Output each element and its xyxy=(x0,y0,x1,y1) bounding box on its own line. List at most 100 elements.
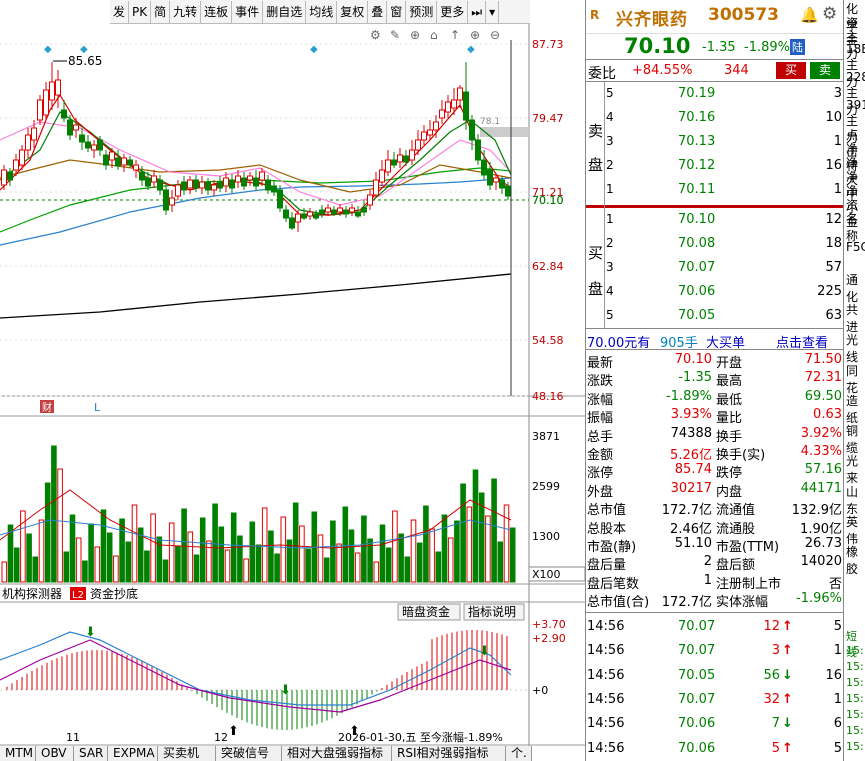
candle-body xyxy=(301,213,307,219)
tab-7[interactable]: RSI相对强弱指标 xyxy=(392,746,506,761)
volume-bar xyxy=(472,469,479,583)
high-marker-label: 85.65 xyxy=(68,54,102,68)
volume-bar xyxy=(181,508,187,583)
tick-vol: 7 xyxy=(771,716,780,732)
big-order-link[interactable]: 点击查看 xyxy=(776,332,828,351)
volume-bar xyxy=(1,561,8,583)
side-text: 通化 xyxy=(846,272,859,304)
stat-value: -1.89% xyxy=(666,388,712,404)
volume-bar xyxy=(75,537,82,583)
buy-level: 5 xyxy=(606,308,614,322)
tick-right-num: 1 xyxy=(833,643,842,659)
toolbar-item-3[interactable]: 九转 xyxy=(170,0,202,23)
toolbar-item-10[interactable]: 窗 xyxy=(387,0,407,23)
tick-vol: 56 xyxy=(763,667,780,683)
candle-body xyxy=(247,175,253,181)
volume-bar xyxy=(354,552,361,583)
candle-body xyxy=(385,159,391,173)
candle-body xyxy=(367,194,373,206)
tab-3[interactable]: EXPMA xyxy=(108,746,158,761)
tick-right-num: 6 xyxy=(833,716,842,732)
tab-1[interactable]: OBV xyxy=(36,746,74,761)
toolbar-item-4[interactable]: 连板 xyxy=(201,0,233,23)
volume-bar xyxy=(317,534,324,583)
tick-price: 70.07 xyxy=(678,643,716,659)
stat-label: 金额 xyxy=(587,448,614,463)
tick-time: 14:56 xyxy=(587,740,625,756)
stat-value: 172.7亿 xyxy=(661,503,712,519)
buy-price: 70.08 xyxy=(678,236,716,251)
arrow-up-icon: ↑ xyxy=(782,643,793,659)
tick-time: 14:56 xyxy=(587,716,625,732)
buy-side-label: 买 xyxy=(588,244,604,262)
ma5-line xyxy=(0,93,512,216)
buy-arrow-icon: ⬆ xyxy=(228,724,239,739)
toolbar-item-5[interactable]: 事件 xyxy=(232,0,264,23)
toolbar-item-8[interactable]: 复权 xyxy=(337,0,369,23)
buy-button[interactable]: 买 xyxy=(776,62,806,79)
stat-value: 74388 xyxy=(670,425,712,441)
volume-bar xyxy=(224,549,231,583)
volume-bar xyxy=(361,515,367,583)
gear-icon[interactable]: ⚙ xyxy=(822,4,837,24)
toolbar-item-7[interactable]: 均线 xyxy=(306,0,338,23)
big-order-vol: 905手 xyxy=(660,336,698,351)
tab-0[interactable]: MTM xyxy=(0,746,36,761)
price-axis-label: 87.73 xyxy=(532,38,564,51)
volume-bar xyxy=(175,545,181,583)
volume-bar xyxy=(379,524,386,583)
tab-6[interactable]: 相对大盘强弱指标 xyxy=(282,746,392,761)
volume-bar xyxy=(460,483,466,583)
volume-bar xyxy=(94,546,101,583)
stat-value: 1 xyxy=(703,572,712,588)
candle-body xyxy=(199,181,205,189)
candle-body xyxy=(193,179,199,189)
sell-level: 4 xyxy=(606,110,614,124)
price-shade xyxy=(480,127,529,137)
tab-2[interactable]: SAR xyxy=(74,746,108,761)
candle-body xyxy=(469,119,475,141)
candle-body xyxy=(253,177,259,187)
webi-label: 委比 xyxy=(588,66,616,82)
toolbar-item-11[interactable]: 预测 xyxy=(406,0,438,23)
candle-body xyxy=(421,131,427,141)
kline-chart[interactable]: 87.7379.4771.2170.1062.8454.5848.1670.10… xyxy=(0,24,585,761)
sell-vol: 10 xyxy=(825,110,842,125)
price-axis-label: 62.84 xyxy=(532,260,564,273)
toolbar-item-0[interactable]: 发 xyxy=(110,0,130,23)
tab-4[interactable]: 买卖机会 xyxy=(158,746,216,761)
volume-bar xyxy=(491,478,497,583)
toolbar-item-6[interactable]: 删自选 xyxy=(263,0,307,23)
volume-bar xyxy=(261,507,268,583)
candle-body xyxy=(283,209,289,219)
volume-bar xyxy=(255,544,262,583)
side-text: 同花 xyxy=(846,363,859,395)
candle-body xyxy=(505,185,511,197)
stat-label: 最新 xyxy=(587,356,614,371)
stat-value: 26.73 xyxy=(804,536,842,551)
chart-tool-icon: ⊕ xyxy=(470,28,480,42)
volume-bar xyxy=(429,528,435,583)
quote-panel: R 兴齐眼药 300573 🔔 ⚙ 70.10 -1.35 -1.89% 陆 委… xyxy=(585,0,844,761)
toolbar-item-1[interactable]: PK xyxy=(129,0,152,23)
side-text: 橡胶 xyxy=(846,545,859,577)
sell-button[interactable]: 卖 xyxy=(810,62,840,79)
tick-time: 14:56 xyxy=(587,667,625,683)
tab-5[interactable]: 突破信号1 xyxy=(216,746,282,761)
tab-8[interactable]: 个. xyxy=(506,746,532,761)
toolbar-item-12[interactable]: 更多 xyxy=(437,0,469,23)
toolbar-item-14[interactable]: ▾ xyxy=(486,0,500,23)
side-text: 15: xyxy=(846,676,864,689)
webi-num: 344 xyxy=(724,63,749,78)
toolbar-item-13[interactable]: ⏭ xyxy=(468,0,487,23)
candle-body xyxy=(361,207,367,213)
sell-price: 70.16 xyxy=(678,110,716,125)
bell-icon[interactable]: 🔔 xyxy=(800,6,819,24)
candle-body xyxy=(403,155,409,163)
toolbar-item-2[interactable]: 简 xyxy=(151,0,171,23)
volume-bar xyxy=(243,558,249,583)
toolbar-item-9[interactable]: 叠 xyxy=(368,0,388,23)
side-text: 18E xyxy=(846,42,865,56)
candle-body xyxy=(115,157,121,167)
tick-right-num: 16 xyxy=(825,667,842,683)
